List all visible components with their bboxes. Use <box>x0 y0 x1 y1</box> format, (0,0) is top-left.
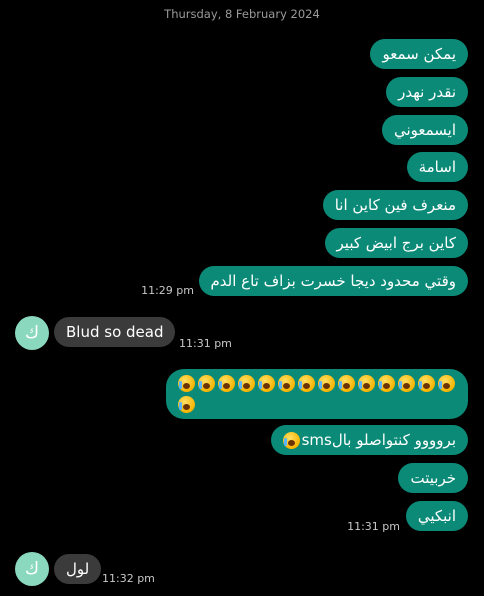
face-screaming-in-fear-icon <box>237 375 255 392</box>
face-screaming-in-fear-icon <box>217 375 235 392</box>
message-bubble-outgoing[interactable]: منعرف فين كاين انا <box>322 190 468 220</box>
emoji-row <box>176 374 456 413</box>
message-text: بروووو كنتواصلو بالsms <box>301 431 456 449</box>
face-screaming-in-fear-icon <box>197 375 215 392</box>
face-screaming-in-fear-icon <box>257 375 275 392</box>
contact-avatar[interactable]: ك <box>15 552 49 586</box>
message-bubble-outgoing[interactable]: كاين برج ابيض كبير <box>324 228 468 258</box>
message-timestamp: 11:29 pm <box>141 284 194 297</box>
face-screaming-in-fear-icon <box>377 375 395 392</box>
date-header: Thursday, 8 February 2024 <box>164 7 320 21</box>
message-bubble-outgoing[interactable]: انبكيي <box>405 501 468 531</box>
face-screaming-in-fear-icon <box>437 375 455 392</box>
message-timestamp: 11:31 pm <box>347 520 400 533</box>
message-timestamp: 11:32 pm <box>102 572 155 585</box>
message-bubble-outgoing[interactable]: يمكن سمعو <box>370 39 468 69</box>
message-timestamp: 11:31 pm <box>179 337 232 350</box>
message-bubble-incoming[interactable]: لول <box>54 554 102 584</box>
message-text: ايسمعوني <box>393 121 456 139</box>
face-screaming-in-fear-icon <box>177 396 195 413</box>
message-text: وقتي محدود ديجا خسرت بزاف تاع الدم <box>210 272 457 290</box>
message-bubble-outgoing[interactable]: نقدر نهدر <box>386 77 468 107</box>
message-text: لول <box>66 560 90 578</box>
face-screaming-in-fear-icon <box>337 375 355 392</box>
avatar-letter: ك <box>24 323 39 343</box>
face-screaming-in-fear-icon <box>417 375 435 392</box>
message-text: انبكيي <box>417 507 456 525</box>
message-bubble-outgoing[interactable]: وقتي محدود ديجا خسرت بزاف تاع الدم <box>198 266 468 296</box>
face-screaming-in-fear-icon <box>177 375 195 392</box>
message-text: يمكن سمعو <box>382 45 456 63</box>
message-bubble-outgoing[interactable]: ايسمعوني <box>381 115 468 145</box>
message-text: Blud so dead <box>66 323 164 341</box>
face-screaming-in-fear-icon <box>397 375 415 392</box>
message-text: كاين برج ابيض كبير <box>336 234 456 252</box>
message-bubble-outgoing[interactable]: بروووو كنتواصلو بالsms <box>270 425 468 455</box>
face-screaming-in-fear-icon <box>282 432 300 449</box>
message-text: منعرف فين كاين انا <box>334 196 456 214</box>
face-screaming-in-fear-icon <box>357 375 375 392</box>
message-text: نقدر نهدر <box>398 83 456 101</box>
face-screaming-in-fear-icon <box>277 375 295 392</box>
face-screaming-in-fear-icon <box>297 375 315 392</box>
face-screaming-in-fear-icon <box>317 375 335 392</box>
emoji-message-bubble[interactable] <box>166 369 468 419</box>
message-bubble-outgoing[interactable]: اسامة <box>406 152 468 182</box>
message-text: خربيتت <box>410 469 456 487</box>
avatar-letter: ك <box>24 559 39 579</box>
message-bubble-outgoing[interactable]: خربيتت <box>398 463 468 493</box>
message-bubble-incoming[interactable]: Blud so dead <box>54 317 176 347</box>
message-text: اسامة <box>418 158 456 176</box>
contact-avatar[interactable]: ك <box>15 316 49 350</box>
